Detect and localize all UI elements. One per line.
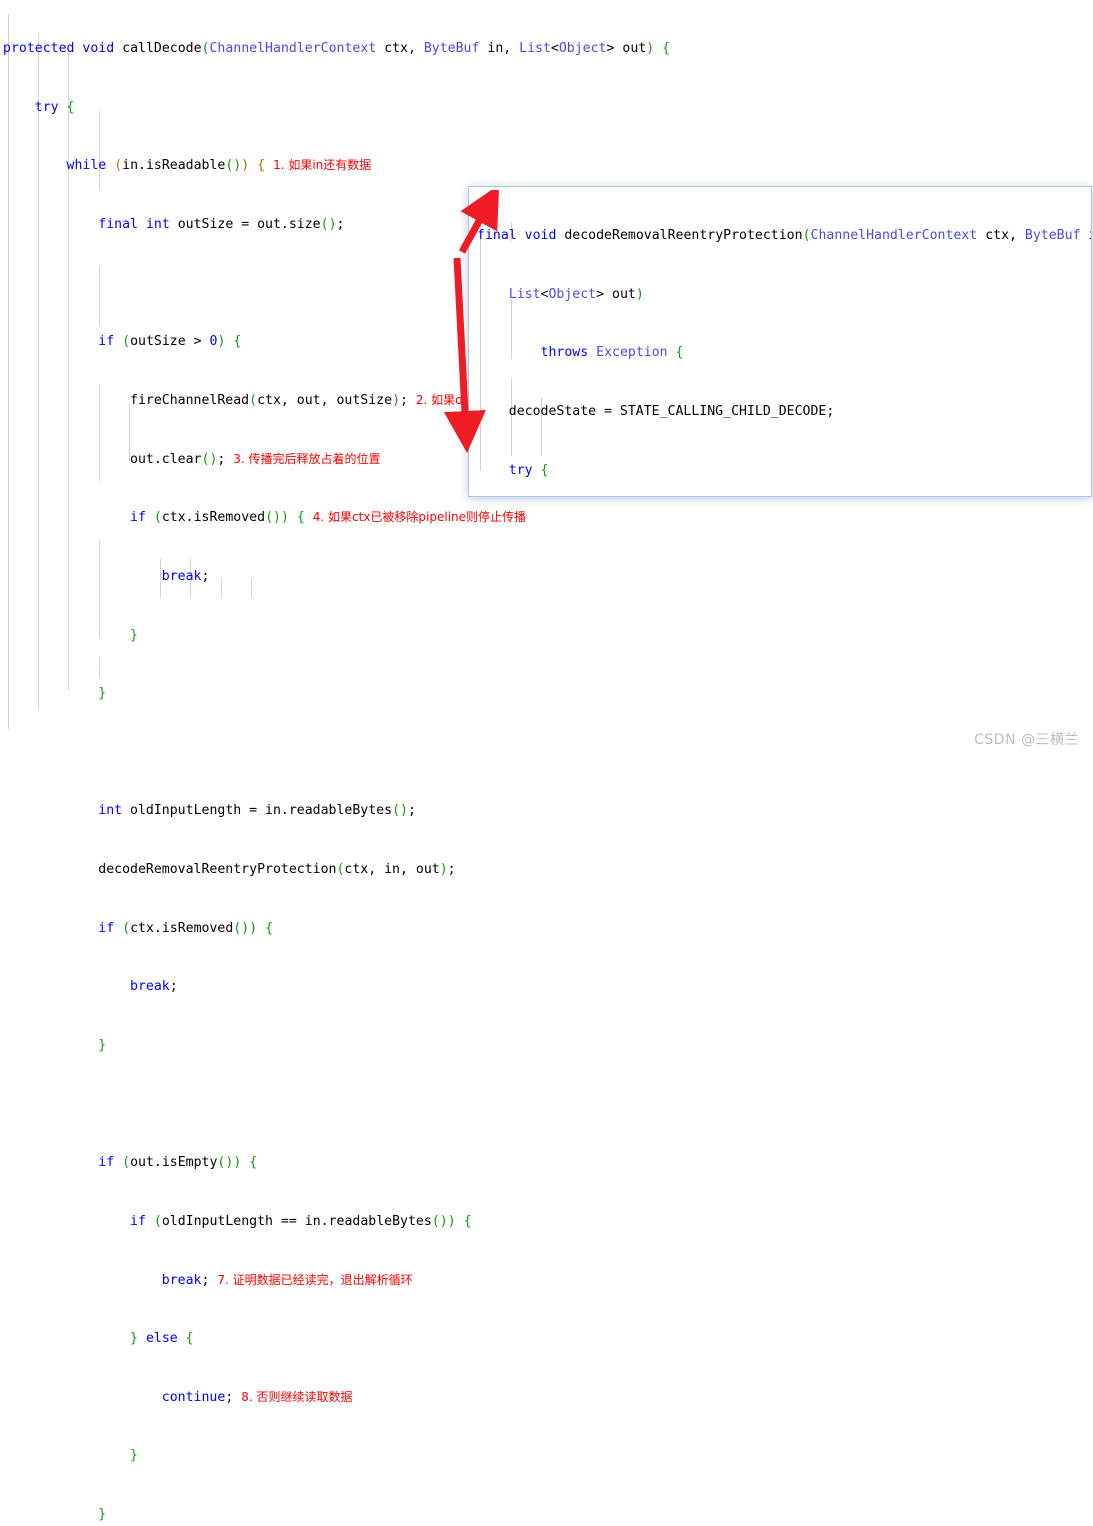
code-line: }	[98, 1507, 107, 1523]
code-line: try {	[34, 99, 75, 115]
csdn-watermark: CSDN @三横兰	[974, 732, 1079, 748]
code-line: break;	[130, 979, 178, 995]
code-line: throws Exception {	[540, 345, 684, 361]
annotation-4: 4. 如果ctx已被移除pipeline则停止传播	[312, 510, 527, 525]
annotation-7: 7. 证明数据已经读完，退出解析循环	[217, 1272, 413, 1287]
code-line: break;	[161, 568, 210, 584]
code-line: decodeState = STATE_CALLING_CHILD_DECODE…	[477, 404, 835, 420]
code-line: break; 7. 证明数据已经读完，退出解析循环	[161, 1272, 413, 1288]
code-line: if (oldInputLength == in.readableBytes()…	[130, 1213, 472, 1229]
code-line: if (ctx.isRemoved()) { 4. 如果ctx已被移除pipel…	[130, 510, 527, 526]
code-line: List<Object> out)	[508, 286, 644, 302]
code-line: final void decodeRemovalReentryProtectio…	[477, 228, 1091, 244]
code-line: decodeRemovalReentryProtection(ctx, in, …	[3, 862, 456, 878]
annotation-3: 3. 传播完后释放占着的位置	[233, 451, 381, 466]
code-line: }	[98, 686, 107, 702]
code-line: int oldInputLength = in.readableBytes();	[98, 803, 416, 819]
code-line: }	[98, 1037, 107, 1053]
code-line: try {	[508, 462, 549, 478]
code-line: if (out.isEmpty()) {	[98, 1155, 258, 1171]
annotation-8: 8. 否则继续读取数据	[241, 1389, 353, 1404]
overlay-code-popup[interactable]: final void decodeRemovalReentryProtectio…	[468, 186, 1092, 497]
code-line: if (ctx.isRemoved()) {	[98, 920, 274, 936]
code-line: protected void callDecode(ChannelHandler…	[3, 41, 671, 57]
code-line: } else {	[130, 1331, 194, 1347]
code-line: }	[130, 1448, 138, 1464]
code-line: continue; 8. 否则继续读取数据	[161, 1389, 353, 1405]
annotation-1: 1. 如果in还有数据	[273, 158, 372, 173]
overlay-code-block: final void decodeRemovalReentryProtectio…	[469, 187, 1091, 496]
code-line: while (in.isReadable()) { 1. 如果in还有数据	[66, 158, 372, 174]
code-line: }	[130, 627, 138, 643]
